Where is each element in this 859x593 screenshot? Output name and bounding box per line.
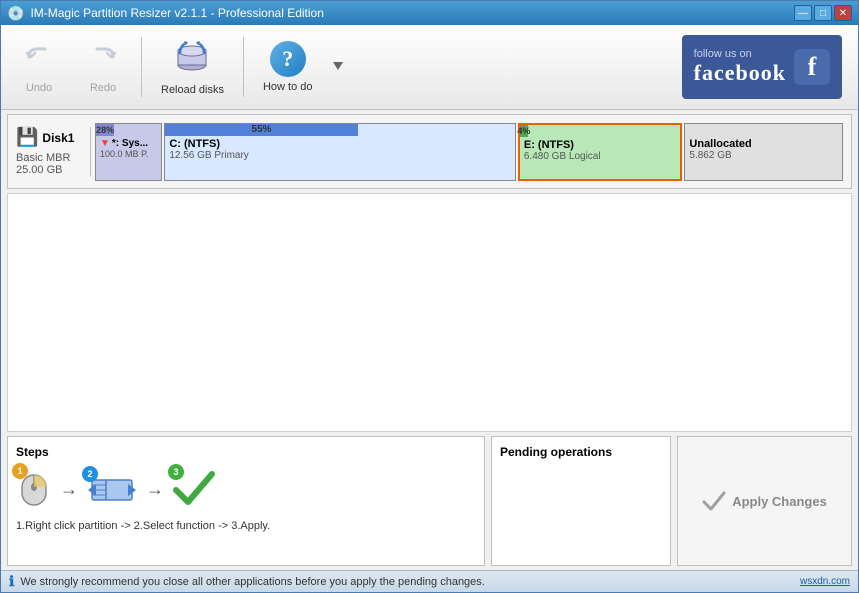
apply-changes-button[interactable]: Apply Changes — [688, 481, 841, 521]
step-2-item: 2 — [86, 470, 138, 509]
howto-button[interactable]: ? How to do — [252, 32, 324, 102]
c-label: C: (NTFS) — [169, 138, 511, 150]
app-icon: 💿 — [7, 5, 24, 22]
reload-disks-button[interactable]: Reload disks — [150, 32, 235, 102]
e-label: E: (NTFS) — [524, 139, 677, 151]
bottom-area: Steps 1 → — [7, 436, 852, 566]
e-size: 6.480 GB Logical — [524, 151, 677, 162]
title-bar-left: 💿 IM-Magic Partition Resizer v2.1.1 - Pr… — [7, 5, 324, 22]
disk-name: Disk1 — [42, 131, 74, 145]
toolbar-separator-1 — [141, 37, 142, 97]
facebook-name: facebook — [694, 60, 786, 86]
toolbar-separator-2 — [243, 37, 244, 97]
info-icon: ℹ — [9, 573, 14, 590]
steps-visual: 1 → 2 — [16, 467, 476, 512]
toolbar: Undo Redo — [1, 25, 858, 110]
apply-check-svg-icon — [702, 489, 726, 513]
steps-title: Steps — [16, 445, 476, 459]
facebook-banner[interactable]: follow us on facebook f — [682, 35, 842, 99]
disk-drive-icon: 💾 — [16, 127, 38, 148]
title-controls: — □ ✕ — [794, 5, 852, 21]
howto-label: How to do — [263, 81, 313, 93]
sys-bar: 28% — [96, 124, 114, 136]
unalloc-label: Unallocated — [689, 138, 838, 150]
status-message: We strongly recommend you close all othe… — [20, 576, 485, 588]
close-button[interactable]: ✕ — [834, 5, 852, 21]
steps-description: 1.Right click partition -> 2.Select func… — [16, 520, 476, 532]
facebook-logo: f — [794, 49, 830, 85]
disk-header: 💾 Disk1 — [16, 127, 74, 148]
toolbar-buttons: Undo Redo — [9, 32, 348, 102]
e-bar: 4% — [520, 125, 528, 137]
step-1-number: 1 — [12, 463, 28, 479]
disk-type: Basic MBR — [16, 152, 70, 164]
howto-icon: ? — [270, 41, 306, 77]
redo-label: Redo — [90, 82, 116, 94]
e-info: E: (NTFS) 6.480 GB Logical — [520, 137, 681, 179]
step-2-number: 2 — [82, 466, 98, 482]
arrow-2: → — [146, 479, 164, 500]
follow-line1: follow us on — [694, 48, 752, 60]
sys-info: ▼ *: Sys... 100.0 MB P. — [96, 136, 161, 180]
sys-label: *: Sys... — [112, 138, 148, 149]
partition-e[interactable]: 4% E: (NTFS) 6.480 GB Logical — [518, 123, 683, 181]
maximize-button[interactable]: □ — [814, 5, 832, 21]
arrow-1: → — [60, 479, 78, 500]
pending-operations-panel: Pending operations — [491, 436, 671, 566]
apply-changes-label: Apply Changes — [732, 494, 827, 509]
c-size: 12.56 GB Primary — [169, 150, 511, 161]
redo-icon — [87, 41, 119, 78]
undo-button[interactable]: Undo — [9, 32, 69, 102]
undo-label: Undo — [26, 82, 52, 94]
title-bar: 💿 IM-Magic Partition Resizer v2.1.1 - Pr… — [1, 1, 858, 25]
partition-sys[interactable]: 28% ▼ *: Sys... 100.0 MB P. — [95, 123, 162, 181]
main-content-area — [7, 193, 852, 432]
facebook-text: follow us on facebook — [694, 48, 786, 86]
unalloc-size: 5.862 GB — [689, 150, 838, 161]
pending-title: Pending operations — [500, 445, 662, 459]
app-window: 💿 IM-Magic Partition Resizer v2.1.1 - Pr… — [0, 0, 859, 593]
step-1-item: 1 — [16, 467, 52, 512]
reload-label: Reload disks — [161, 84, 224, 96]
unalloc-info: Unallocated 5.862 GB — [685, 136, 842, 180]
app-title: IM-Magic Partition Resizer v2.1.1 - Prof… — [30, 6, 323, 20]
redo-button[interactable]: Redo — [73, 32, 133, 102]
disk-size: 25.00 GB — [16, 164, 62, 176]
sys-size: 100.0 MB P. — [100, 149, 157, 159]
website-link[interactable]: wsxdn.com — [800, 576, 850, 587]
reload-icon — [174, 39, 210, 80]
steps-panel: Steps 1 → — [7, 436, 485, 566]
disk-partition-area: 💾 Disk1 Basic MBR 25.00 GB 28% ▼ *: Sys.… — [7, 114, 852, 189]
step-3-number: 3 — [168, 464, 184, 480]
partition-c[interactable]: 55% C: (NTFS) 12.56 GB Primary — [164, 123, 516, 181]
partitions-container: 28% ▼ *: Sys... 100.0 MB P. 55% C: (NTFS… — [95, 123, 843, 181]
status-bar: ℹ We strongly recommend you close all ot… — [1, 570, 858, 592]
status-bar-left: ℹ We strongly recommend you close all ot… — [9, 573, 485, 590]
step-3-item: 3 — [172, 468, 216, 511]
partition-unallocated[interactable]: Unallocated 5.862 GB — [684, 123, 843, 181]
minimize-button[interactable]: — — [794, 5, 812, 21]
disk-info-panel: 💾 Disk1 Basic MBR 25.00 GB — [16, 127, 91, 176]
c-bar: 55% — [165, 124, 357, 136]
undo-icon — [23, 41, 55, 78]
c-info: C: (NTFS) 12.56 GB Primary — [165, 136, 515, 180]
toolbar-dropdown-arrow[interactable] — [328, 37, 348, 97]
apply-changes-panel: Apply Changes — [677, 436, 852, 566]
